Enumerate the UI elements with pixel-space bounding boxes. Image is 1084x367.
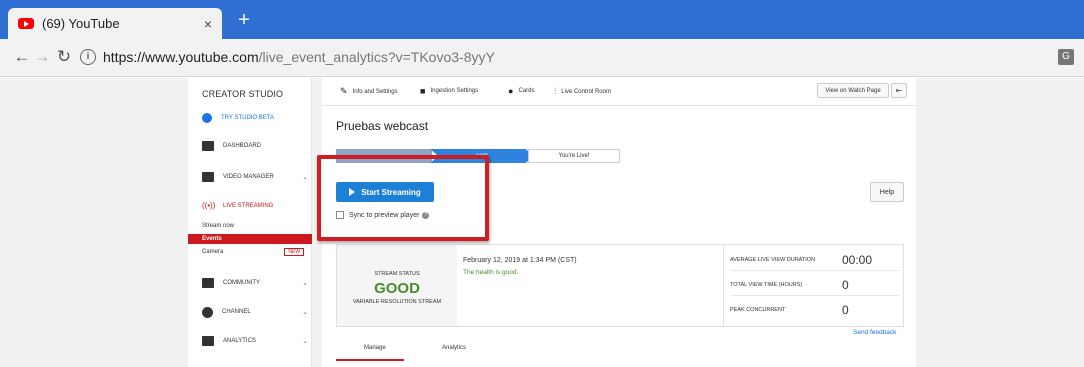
chevron-down-icon: ⌄ [302,174,308,181]
status-health: The health is good. [463,269,519,276]
help-button[interactable]: Help [870,182,904,202]
dashboard-icon [202,141,214,151]
site-info-icon[interactable]: i [80,49,96,65]
reload-icon[interactable]: ↻ [54,47,74,67]
status-resolution: VARIABLE RESOLUTION STREAM [352,299,442,305]
status-label: STREAM STATUS [374,271,420,277]
gear-icon [202,113,212,123]
status-date: February 12, 2019 at 1:34 PM (CST) [463,257,577,264]
sidebar-subitem-stream-now[interactable]: Stream now [202,221,312,231]
sidebar-title: CREATOR STUDIO [202,89,284,99]
sliders-icon: ⫶ [554,86,557,96]
forward-arrow-icon[interactable]: → [32,47,52,67]
back-arrow-icon[interactable]: ← [12,47,32,67]
page-title: Pruebas webcast [336,119,429,133]
metric-value: 00:00 [842,252,873,267]
video-manager-icon [202,172,214,182]
view-on-watch-page-button[interactable]: View on Watch Page [817,83,889,98]
analytics-icon [202,336,214,346]
sidebar-subitem-camera[interactable]: Camera NEW [202,247,312,257]
sidebar-subitem-events[interactable]: Events [188,234,312,244]
toolbar-label: Cards [518,88,535,94]
stream-metrics: AVERAGE LIVE VIEW DURATION 00:00 TOTAL V… [723,245,905,326]
translate-icon[interactable]: G [1058,49,1074,65]
status-summary: STREAM STATUS GOOD VARIABLE RESOLUTION S… [337,245,457,326]
sidebar-item-channel[interactable]: CHANNEL ⌄ [202,304,308,320]
chevron-down-icon: ⌄ [302,309,308,316]
toolbar-label: Info and Settings [352,88,398,95]
sidebar-item-label: DASHBOARD [223,143,262,149]
browser-tab-strip: (69) YouTube × + [0,0,1084,39]
pencil-icon: ✎ [340,86,348,96]
back-icon[interactable]: ⇤ [891,83,907,98]
url-field[interactable]: https://www.youtube.com/live_event_analy… [103,49,495,65]
tab-manage[interactable]: Manage [364,345,386,351]
live-broadcast-icon: ((•)) [202,201,216,210]
info-circle-icon: ● [508,86,514,96]
chevron-down-icon: ⌄ [302,338,308,345]
close-tab-icon[interactable]: × [204,16,212,32]
new-tab-button[interactable]: + [234,10,254,31]
sidebar-item-label: CHANNEL [222,309,251,315]
sidebar-subitem-label: Camera [202,249,224,255]
sidebar-item-dashboard[interactable]: DASHBOARD [202,138,308,154]
sidebar-item-video-manager[interactable]: VIDEO MANAGER ⌄ [202,169,308,185]
metric-value: 0 [842,277,849,292]
live-control-room-button[interactable]: ⫶ Live Control Room [554,86,611,97]
sidebar-item-label: COMMUNITY [223,280,260,286]
address-bar: ← → ↻ i https://www.youtube.com/live_eve… [0,39,1084,77]
creator-studio-sidebar: CREATOR STUDIO TRY STUDIO BETA DASHBOARD… [188,78,312,367]
community-icon [202,278,214,288]
sidebar-item-analytics[interactable]: ANALYTICS ⌄ [202,333,308,349]
cards-button[interactable]: ● Cards [508,86,534,96]
tab-title: (69) YouTube [42,16,120,31]
sidebar-item-label: LIVE STREAMING [223,203,274,209]
event-toolbar: ✎ Info and Settings ■ Ingestion Settings… [322,78,916,106]
sidebar-item-community[interactable]: COMMUNITY ⌄ [202,275,308,291]
channel-icon [202,306,213,318]
new-badge: NEW [284,248,304,256]
url-domain: https://www.youtube.com [103,49,259,65]
tab-analytics[interactable]: Analytics [442,345,466,351]
ingestion-settings-button[interactable]: ■ Ingestion Settings [420,86,478,96]
info-settings-button[interactable]: ✎ Info and Settings [340,86,398,97]
bottom-tabs: Manage Analytics [336,340,904,362]
youtube-logo-icon [18,18,34,29]
stream-status-card: STREAM STATUS GOOD VARIABLE RESOLUTION S… [336,244,904,327]
metric-peak-concurrent: PEAK CONCURRENT 0 [730,299,900,321]
metric-value: 0 [842,303,849,317]
toolbar-label: Ingestion Settings [430,88,479,94]
sidebar-item-label: VIDEO MANAGER [223,174,274,180]
step-live: You're Live! [528,149,620,163]
status-value: GOOD [374,280,420,297]
url-path: /live_event_analytics?v=TKovo3-8yyY [258,49,495,65]
sidebar-item-label: TRY STUDIO BETA [221,115,275,121]
metric-label: TOTAL VIEW TIME (HOURS) [730,281,803,288]
metric-avg-view-duration: AVERAGE LIVE VIEW DURATION 00:00 [730,249,900,271]
sidebar-item-try-beta[interactable]: TRY STUDIO BETA [202,110,308,126]
sidebar-item-live-streaming[interactable]: ((•)) LIVE STREAMING [202,198,308,214]
annotation-highlight-box [317,155,489,241]
toolbar-label: Live Control Room [561,88,611,95]
metric-label: AVERAGE LIVE VIEW DURATION [730,256,816,263]
send-feedback-link[interactable]: Send feedback [853,329,896,336]
metric-label: PEAK CONCURRENT [730,307,786,313]
camera-icon: ■ [420,86,426,96]
browser-tab-youtube[interactable]: (69) YouTube × [8,8,222,39]
metric-total-view-time: TOTAL VIEW TIME (HOURS) 0 [730,274,900,296]
sidebar-item-label: ANALYTICS [223,338,256,344]
chevron-down-icon: ⌄ [302,280,308,287]
active-tab-indicator [336,359,404,361]
